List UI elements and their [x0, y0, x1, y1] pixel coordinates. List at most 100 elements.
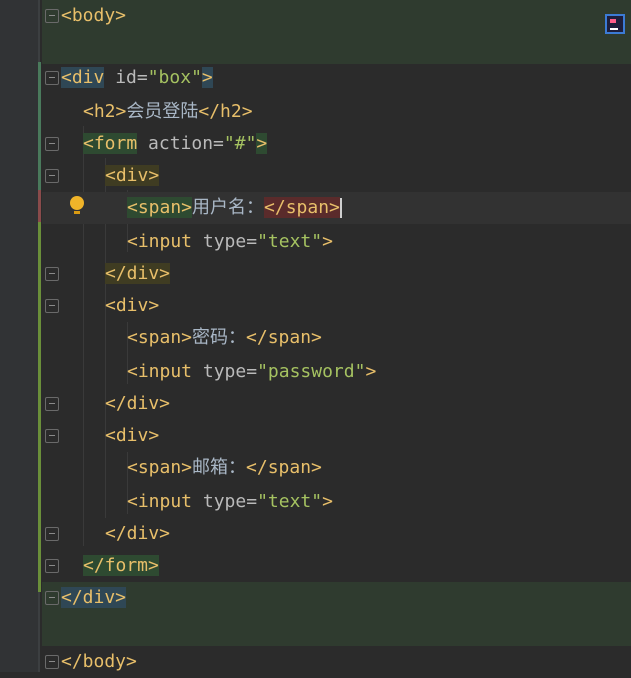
code-token: "box"	[147, 67, 202, 88]
fold-toggle-icon[interactable]	[45, 655, 59, 669]
code-text: <form action="#">	[83, 128, 268, 160]
code-token: 邮箱：	[192, 457, 247, 478]
code-text: </div>	[61, 582, 127, 614]
code-token: action	[137, 133, 214, 154]
code-text: <div>	[105, 290, 159, 322]
code-text: </div>	[105, 388, 170, 420]
code-text: <span>邮箱：</span>	[127, 452, 322, 484]
code-token: =	[136, 67, 148, 88]
code-text: <div>	[105, 160, 160, 192]
code-token: <span>	[127, 327, 193, 348]
code-token: <input	[127, 361, 193, 382]
code-text: <h2>会员登陆</h2>	[83, 96, 253, 128]
code-line[interactable]: <form action="#">	[42, 128, 631, 160]
code-token: <body>	[61, 5, 127, 26]
fold-toggle-icon[interactable]	[45, 169, 59, 183]
code-line[interactable]	[42, 614, 631, 646]
code-text: <span>密码：</span>	[127, 322, 322, 354]
code-text: <div id="box">	[61, 62, 213, 94]
code-line[interactable]: <div>	[42, 290, 631, 322]
code-token: >	[256, 133, 268, 154]
code-token: >	[322, 231, 333, 252]
code-token: "text"	[257, 491, 323, 512]
code-text: <input type="text">	[127, 226, 333, 258]
code-token: 密码：	[192, 327, 247, 348]
code-text: </body>	[61, 646, 137, 678]
change-marker	[38, 222, 41, 592]
change-marker	[38, 190, 41, 222]
fold-toggle-icon[interactable]	[45, 71, 59, 85]
code-line[interactable]: </div>	[42, 258, 631, 290]
fold-toggle-icon[interactable]	[45, 299, 59, 313]
code-token: </div>	[105, 263, 171, 284]
code-token: </span>	[246, 327, 322, 348]
fold-toggle-icon[interactable]	[45, 527, 59, 541]
fold-toggle-icon[interactable]	[45, 591, 59, 605]
code-token: id	[104, 67, 137, 88]
code-text: </div>	[105, 258, 171, 290]
code-token: "#"	[223, 133, 257, 154]
code-token: =	[246, 361, 258, 382]
code-token: </div>	[61, 587, 127, 608]
code-token: type	[192, 231, 247, 252]
fold-toggle-icon[interactable]	[45, 137, 59, 151]
code-line[interactable]: <span>邮箱：</span>	[42, 452, 631, 484]
code-line[interactable]: <span>密码：</span>	[42, 322, 631, 354]
code-token: </form>	[83, 555, 159, 576]
code-token: </div>	[105, 393, 171, 414]
code-line[interactable]: <input type="text">	[42, 226, 631, 258]
code-token: <form	[83, 133, 138, 154]
code-token: 用户名：	[192, 197, 265, 218]
code-text: <span>用户名：</span>	[127, 192, 342, 224]
code-text: <div>	[105, 420, 159, 452]
code-token: <input	[127, 231, 193, 252]
fold-toggle-icon[interactable]	[45, 429, 59, 443]
code-token: type	[192, 361, 247, 382]
code-line[interactable]: <div>	[42, 160, 631, 192]
text-cursor	[339, 198, 342, 218]
code-token: =	[213, 133, 224, 154]
code-token: <h2>	[83, 101, 127, 122]
code-line[interactable]: </div>	[42, 518, 631, 550]
code-line[interactable]: <input type="text">	[42, 486, 631, 518]
code-token: </span>	[246, 457, 322, 478]
fold-toggle-icon[interactable]	[45, 9, 59, 23]
code-line[interactable]: <div>	[42, 420, 631, 452]
fold-toggle-icon[interactable]	[45, 397, 59, 411]
code-token: 会员登陆	[126, 101, 199, 122]
code-line[interactable]: </form>	[42, 550, 631, 582]
code-token: </body>	[61, 651, 137, 672]
code-token: <input	[127, 491, 193, 512]
code-token: <span>	[127, 197, 193, 218]
code-token: <div>	[105, 295, 160, 316]
code-line[interactable]: <span>用户名：</span>	[42, 192, 631, 224]
intellij-icon[interactable]	[605, 14, 625, 34]
code-line[interactable]: </div>	[42, 388, 631, 420]
fold-toggle-icon[interactable]	[45, 267, 59, 281]
code-text: </div>	[105, 518, 170, 550]
editor-gutter	[0, 0, 38, 672]
code-token: <div>	[105, 165, 160, 186]
lightbulb-icon[interactable]	[70, 196, 84, 210]
code-token: =	[246, 491, 258, 512]
code-line[interactable]: <body>	[42, 0, 631, 32]
code-token: <div	[61, 67, 105, 88]
code-line[interactable]: <div id="box">	[42, 62, 631, 94]
code-line[interactable]: <input type="password">	[42, 356, 631, 388]
code-token: <div>	[105, 425, 160, 446]
code-line[interactable]: </div>	[42, 582, 631, 614]
code-line[interactable]: </body>	[42, 646, 631, 678]
code-token: <span>	[127, 457, 193, 478]
code-line[interactable]	[42, 32, 631, 64]
code-text: <input type="password">	[127, 356, 376, 388]
code-token: </span>	[264, 197, 340, 218]
code-token: >	[365, 361, 377, 382]
code-token: >	[201, 67, 213, 88]
code-token: </div>	[105, 523, 171, 544]
code-token: type	[192, 491, 247, 512]
code-token: "password"	[257, 361, 366, 382]
code-text: <body>	[61, 0, 126, 32]
fold-toggle-icon[interactable]	[45, 559, 59, 573]
code-line[interactable]: <h2>会员登陆</h2>	[42, 96, 631, 128]
code-token: =	[246, 231, 258, 252]
